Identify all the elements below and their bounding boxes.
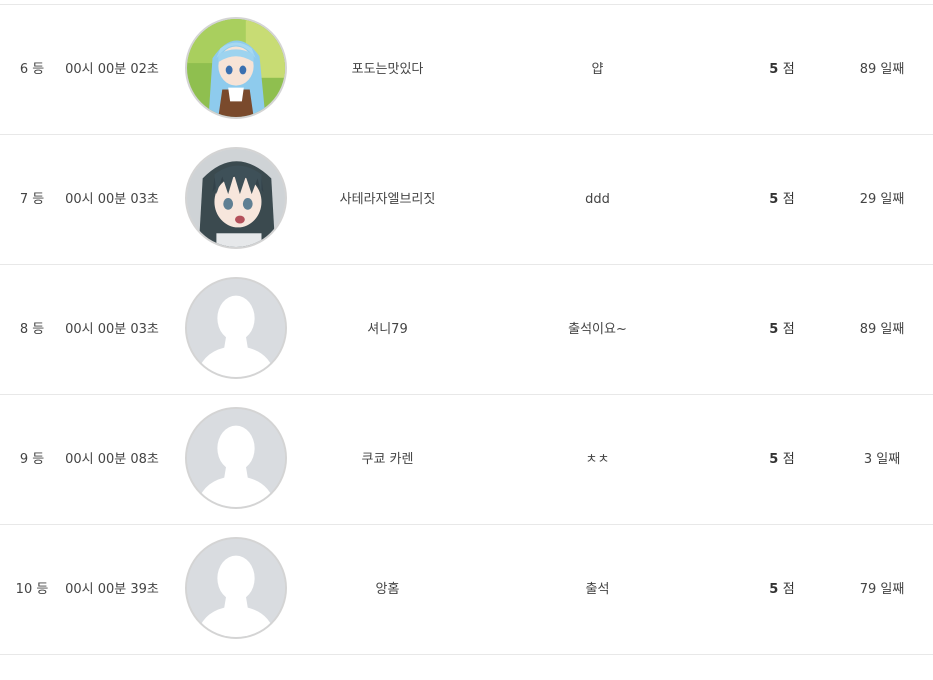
points-unit: 점 [782,192,795,207]
default-user-avatar-icon [185,277,287,379]
check-in-message: 얍 [591,62,604,77]
consecutive-days: 89 일째 [859,62,905,77]
check-in-message: 출석 [585,582,610,597]
points-value: 5 점 [740,525,824,654]
points-unit: 점 [782,322,795,337]
anime-blue-hair-avatar-icon [185,17,287,119]
check-in-time: 00시 00분 03초 [65,322,159,337]
default-user-avatar-icon [185,537,287,639]
points-value: 5 점 [740,395,824,524]
check-in-time: 00시 00분 03초 [65,192,159,207]
points-value: 5 점 [740,265,824,394]
check-in-time: 00시 00분 39초 [65,582,159,597]
anime-dark-hair-avatar-icon [185,147,287,249]
points-unit: 점 [782,62,795,77]
points-number: 5 [769,322,779,337]
rank-label: 7 등 [19,192,45,207]
consecutive-days: 79 일째 [859,582,905,597]
default-user-avatar-icon [185,407,287,509]
check-in-time: 00시 00분 02초 [65,62,159,77]
points-unit: 점 [782,452,795,467]
points-number: 5 [769,582,779,597]
rank-label: 10 등 [15,582,49,597]
check-in-message: ㅊㅊ [585,452,610,467]
user-nickname[interactable]: 쿠쿄 카렌 [290,395,485,524]
list-item: 9 등 00시 00분 08초 쿠쿄 카렌 ㅊㅊ 5 점 3 일째 [0,395,933,525]
consecutive-days: 89 일째 [859,322,905,337]
list-item: 7 등 00시 00분 03초 사테라자엘브리짓 ddd 5 점 29 일째 [0,135,933,265]
points-unit: 점 [782,582,795,597]
rank-label: 8 등 [19,322,45,337]
check-in-time: 00시 00분 08초 [65,452,159,467]
check-in-message: ddd [585,192,610,207]
points-number: 5 [769,192,779,207]
points-value: 5 점 [740,135,824,264]
list-item: 6 등 00시 00분 02초 포도는맛있다 얍 5 점 89 일째 [0,5,933,135]
points-number: 5 [769,452,779,467]
consecutive-days: 3 일째 [863,452,901,467]
consecutive-days: 29 일째 [859,192,905,207]
attendance-ranking-list: 6 등 00시 00분 02초 포도는맛있다 얍 5 점 89 일째 7 등 0… [0,4,933,655]
points-value: 5 점 [740,5,824,134]
rank-label: 9 등 [19,452,45,467]
user-nickname[interactable]: 앙홈 [290,525,485,654]
points-number: 5 [769,62,779,77]
rank-label: 6 등 [19,62,45,77]
user-nickname[interactable]: 사테라자엘브리짓 [290,135,485,264]
check-in-message: 출석이요~ [568,322,627,337]
list-item: 10 등 00시 00분 39초 앙홈 출석 5 점 79 일째 [0,525,933,655]
user-nickname[interactable]: 셔니79 [290,265,485,394]
list-item: 8 등 00시 00분 03초 셔니79 출석이요~ 5 점 89 일째 [0,265,933,395]
user-nickname[interactable]: 포도는맛있다 [290,5,485,134]
